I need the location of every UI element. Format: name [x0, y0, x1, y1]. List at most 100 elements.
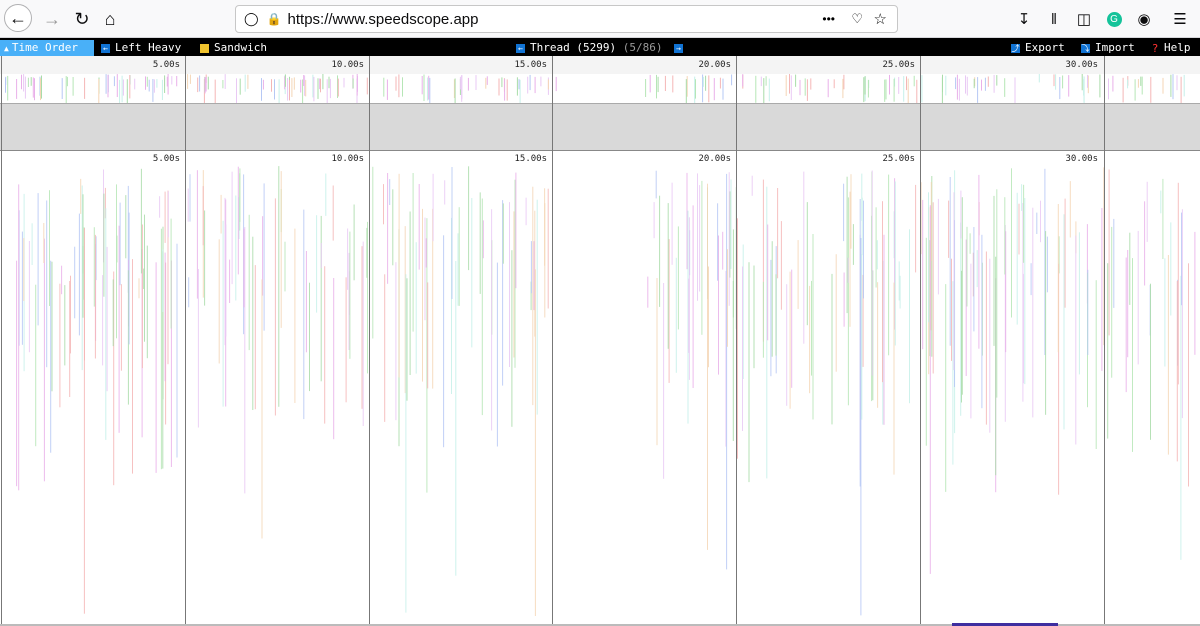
flame-sliver [849, 191, 851, 327]
thread-next-icon[interactable]: → [674, 43, 684, 53]
minimap-viewport[interactable] [0, 103, 1200, 151]
flame-sliver [1162, 77, 1164, 94]
flame-sliver [509, 202, 510, 367]
help-button[interactable]: ? Help [1147, 40, 1195, 55]
flame-sliver [167, 191, 169, 238]
flame-sliver [1113, 218, 1115, 308]
flame-sliver [170, 218, 172, 329]
thread-prev-icon[interactable]: ← [516, 43, 525, 53]
flame-sliver [262, 79, 264, 90]
flame-sliver [915, 184, 917, 273]
tab-sandwich[interactable]: Sandwich [196, 40, 271, 55]
tab-time-order[interactable]: ▲ Time Order [0, 40, 94, 56]
thread-selector[interactable]: ← Thread (5299) (5/86) → [512, 40, 692, 55]
tab-left-heavy[interactable]: ← Left Heavy [97, 40, 185, 55]
flame-sliver [444, 180, 446, 205]
export-button[interactable]: ⤴ Export [1007, 40, 1069, 55]
minimap[interactable]: 5.00s 10.00s 15.00s 20.00s 25.00s 30.00s [0, 56, 1200, 152]
flame-sliver [383, 77, 385, 97]
library-icon[interactable]: ‖ [1044, 9, 1064, 29]
pocket-icon[interactable]: ♡ [851, 11, 863, 27]
flame-sliver [1108, 169, 1110, 336]
flame-sliver [1021, 184, 1023, 211]
flame-sliver [529, 74, 531, 91]
flame-sliver [1014, 77, 1016, 103]
flame-sliver [889, 74, 890, 95]
url-bar[interactable]: ◯ 🔒 https://www.speedscope.app ••• ♡ ☆ [235, 5, 898, 33]
flame-sliver [427, 282, 429, 389]
home-button[interactable]: ⌂ [96, 5, 124, 33]
flame-sliver [786, 284, 788, 406]
flame-sliver [352, 78, 354, 89]
flame-sliver [884, 79, 886, 102]
arrow-right-icon: → [43, 8, 61, 29]
flame-sliver [126, 79, 128, 103]
reload-button[interactable]: ↻ [68, 5, 96, 33]
flame-sliver [708, 75, 710, 103]
main-tick: 10.00s [331, 154, 364, 164]
grammarly-icon[interactable]: G [1104, 9, 1124, 29]
flame-sliver [875, 207, 877, 288]
flame-sliver [852, 224, 854, 265]
flame-sliver [366, 77, 368, 95]
flame-sliver [544, 188, 546, 266]
account-icon[interactable]: ◉ [1134, 9, 1154, 29]
flame-sliver [1132, 258, 1133, 452]
flame-sliver [789, 74, 790, 94]
flame-sliver [383, 184, 384, 225]
flame-sliver [1062, 75, 1064, 89]
gridline [369, 56, 370, 152]
flame-sliver [649, 74, 651, 93]
flame-sliver [312, 74, 314, 98]
bookmark-star-icon[interactable]: ☆ [874, 10, 887, 28]
sidebar-icon[interactable]: ◫ [1074, 9, 1094, 29]
flame-chart-canvas [16, 166, 1196, 616]
flame-sliver [742, 266, 743, 431]
flame-sliver [362, 241, 364, 426]
download-icon[interactable]: ↧ [1014, 9, 1034, 29]
flame-sliver [835, 254, 837, 372]
flame-sliver [850, 174, 852, 249]
flame-sliver [737, 218, 738, 459]
flame-sliver [189, 174, 191, 222]
flame-sliver [326, 79, 328, 103]
flame-sliver [843, 272, 845, 327]
flame-sliver [692, 205, 694, 388]
flame-chart[interactable] [0, 166, 1200, 624]
flame-sliver [113, 76, 115, 87]
flame-sliver [973, 78, 975, 89]
flame-sliver [847, 197, 849, 406]
hamburger-menu-icon[interactable]: ☰ [1170, 9, 1190, 29]
flame-sliver [1057, 204, 1059, 353]
flame-sliver [707, 183, 708, 550]
flame-sliver [361, 246, 363, 409]
flame-sliver [842, 78, 844, 99]
page-actions-icon[interactable]: ••• [822, 12, 835, 26]
flame-sliver [1030, 263, 1032, 296]
forward-button[interactable]: → [38, 5, 66, 33]
flame-sliver [843, 74, 845, 90]
main-tick: 25.00s [882, 154, 915, 164]
flame-sliver [780, 221, 782, 310]
import-button[interactable]: ⤵ Import [1077, 40, 1139, 55]
flame-sliver [664, 75, 666, 91]
flame-sliver [810, 78, 812, 90]
flame-sliver [398, 74, 400, 98]
flame-sliver [525, 197, 527, 226]
flame-sliver [797, 240, 799, 309]
flame-sliver [1083, 76, 1085, 102]
flame-sliver [1081, 74, 1083, 91]
flame-sliver [167, 74, 169, 95]
flame-sliver [348, 252, 350, 350]
export-icon: ⤴ [1011, 43, 1020, 53]
flame-sliver [672, 75, 674, 93]
flame-sliver [1141, 76, 1143, 95]
flame-sliver [861, 254, 863, 420]
flame-sliver [423, 74, 425, 101]
flame-sliver [863, 200, 864, 299]
flame-sliver [803, 171, 805, 344]
flame-sliver [24, 76, 26, 99]
back-button[interactable]: ← [4, 4, 32, 32]
flame-sliver [708, 266, 709, 368]
flame-sliver [222, 80, 224, 89]
